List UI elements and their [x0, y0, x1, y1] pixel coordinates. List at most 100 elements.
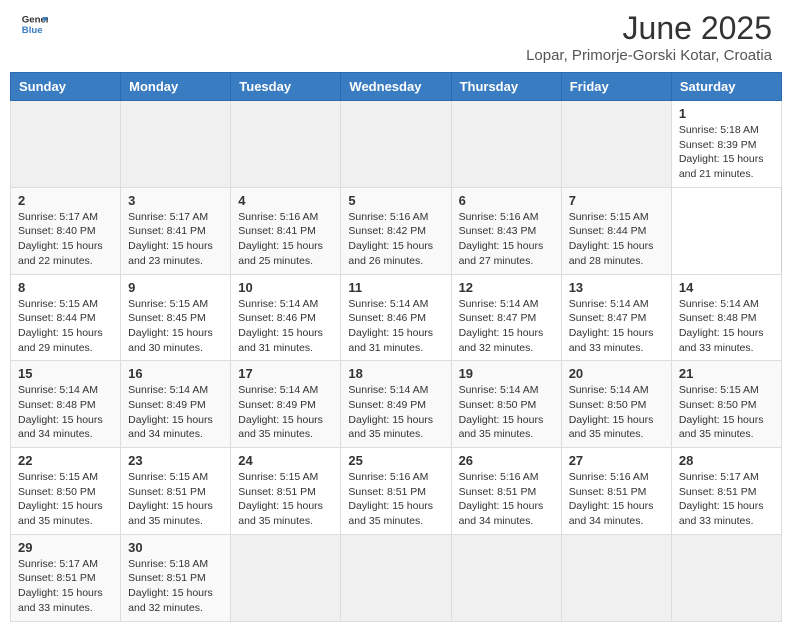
calendar-cell: 26 Sunrise: 5:16 AMSunset: 8:51 PMDayligh…: [451, 448, 561, 535]
day-info: Sunrise: 5:16 AMSunset: 8:42 PMDaylight:…: [348, 210, 443, 269]
month-title: June 2025: [526, 10, 772, 47]
day-info: Sunrise: 5:15 AMSunset: 8:50 PMDaylight:…: [18, 470, 113, 529]
day-info: Sunrise: 5:15 AMSunset: 8:51 PMDaylight:…: [238, 470, 333, 529]
day-number: 18: [348, 366, 443, 381]
calendar-cell: 8 Sunrise: 5:15 AMSunset: 8:44 PMDaylight…: [11, 274, 121, 361]
day-number: 12: [459, 280, 554, 295]
logo-icon: General Blue: [20, 10, 48, 38]
calendar-cell: [561, 534, 671, 621]
calendar-week-3: 15 Sunrise: 5:14 AMSunset: 8:48 PMDayligh…: [11, 361, 782, 448]
day-info: Sunrise: 5:14 AMSunset: 8:50 PMDaylight:…: [459, 383, 554, 442]
day-number: 30: [128, 540, 223, 555]
svg-text:Blue: Blue: [22, 25, 43, 36]
day-info: Sunrise: 5:16 AMSunset: 8:51 PMDaylight:…: [569, 470, 664, 529]
calendar-cell: 16Sunrise: 5:14 AMSunset: 8:49 PMDayligh…: [121, 361, 231, 448]
day-number: 26: [459, 453, 554, 468]
day-number: 10: [238, 280, 333, 295]
day-number: 1: [679, 106, 774, 121]
day-info: Sunrise: 5:14 AMSunset: 8:48 PMDaylight:…: [679, 297, 774, 356]
day-info: Sunrise: 5:18 AMSunset: 8:51 PMDaylight:…: [128, 557, 223, 616]
calendar-week-4: 22 Sunrise: 5:15 AMSunset: 8:50 PMDayligh…: [11, 448, 782, 535]
day-info: Sunrise: 5:14 AMSunset: 8:47 PMDaylight:…: [459, 297, 554, 356]
day-info: Sunrise: 5:14 AMSunset: 8:49 PMDaylight:…: [128, 383, 223, 442]
location-title: Lopar, Primorje-Gorski Kotar, Croatia: [526, 47, 772, 64]
day-info: Sunrise: 5:14 AMSunset: 8:50 PMDaylight:…: [569, 383, 664, 442]
calendar-week-2: 8 Sunrise: 5:15 AMSunset: 8:44 PMDaylight…: [11, 274, 782, 361]
day-number: 9: [128, 280, 223, 295]
day-info: Sunrise: 5:17 AMSunset: 8:41 PMDaylight:…: [128, 210, 223, 269]
day-number: 19: [459, 366, 554, 381]
calendar-header-row: SundayMondayTuesdayWednesdayThursdayFrid…: [11, 73, 782, 101]
calendar-cell: 20 Sunrise: 5:14 AMSunset: 8:50 PMDayligh…: [561, 361, 671, 448]
calendar-cell: 3Sunrise: 5:17 AMSunset: 8:41 PMDaylight…: [121, 187, 231, 274]
day-number: 11: [348, 280, 443, 295]
calendar-cell: [561, 101, 671, 188]
calendar-cell: 1 Sunrise: 5:18 AMSunset: 8:39 PMDaylight…: [671, 101, 781, 188]
title-area: June 2025 Lopar, Primorje-Gorski Kotar, …: [526, 10, 772, 64]
calendar-header-saturday: Saturday: [671, 73, 781, 101]
day-info: Sunrise: 5:14 AMSunset: 8:47 PMDaylight:…: [569, 297, 664, 356]
calendar-body: 1 Sunrise: 5:18 AMSunset: 8:39 PMDaylight…: [11, 101, 782, 622]
day-number: 8: [18, 280, 113, 295]
day-number: 23: [128, 453, 223, 468]
calendar-cell: 30 Sunrise: 5:18 AMSunset: 8:51 PMDayligh…: [121, 534, 231, 621]
calendar-header-wednesday: Wednesday: [341, 73, 451, 101]
calendar-cell: 24Sunrise: 5:15 AMSunset: 8:51 PMDayligh…: [231, 448, 341, 535]
day-info: Sunrise: 5:14 AMSunset: 8:48 PMDaylight:…: [18, 383, 113, 442]
day-info: Sunrise: 5:15 AMSunset: 8:44 PMDaylight:…: [18, 297, 113, 356]
header: General Blue June 2025 Lopar, Primorje-G…: [10, 10, 782, 64]
day-number: 13: [569, 280, 664, 295]
day-info: Sunrise: 5:18 AMSunset: 8:39 PMDaylight:…: [679, 123, 774, 182]
calendar-week-5: 29 Sunrise: 5:17 AMSunset: 8:51 PMDayligh…: [11, 534, 782, 621]
day-info: Sunrise: 5:17 AMSunset: 8:40 PMDaylight:…: [18, 210, 113, 269]
day-info: Sunrise: 5:15 AMSunset: 8:50 PMDaylight:…: [679, 383, 774, 442]
calendar-cell: 18 Sunrise: 5:14 AMSunset: 8:49 PMDayligh…: [341, 361, 451, 448]
day-number: 28: [679, 453, 774, 468]
day-number: 5: [348, 193, 443, 208]
day-info: Sunrise: 5:16 AMSunset: 8:51 PMDaylight:…: [348, 470, 443, 529]
calendar-cell: 23 Sunrise: 5:15 AMSunset: 8:51 PMDayligh…: [121, 448, 231, 535]
day-info: Sunrise: 5:15 AMSunset: 8:44 PMDaylight:…: [569, 210, 664, 269]
calendar-cell: 21 Sunrise: 5:15 AMSunset: 8:50 PMDayligh…: [671, 361, 781, 448]
calendar-cell: [671, 534, 781, 621]
calendar-cell: [231, 101, 341, 188]
calendar-cell: 28 Sunrise: 5:17 AMSunset: 8:51 PMDayligh…: [671, 448, 781, 535]
day-info: Sunrise: 5:14 AMSunset: 8:49 PMDaylight:…: [348, 383, 443, 442]
day-number: 22: [18, 453, 113, 468]
day-info: Sunrise: 5:16 AMSunset: 8:51 PMDaylight:…: [459, 470, 554, 529]
day-info: Sunrise: 5:16 AMSunset: 8:43 PMDaylight:…: [459, 210, 554, 269]
day-info: Sunrise: 5:17 AMSunset: 8:51 PMDaylight:…: [18, 557, 113, 616]
calendar-cell: 10Sunrise: 5:14 AMSunset: 8:46 PMDayligh…: [231, 274, 341, 361]
calendar-cell: 5 Sunrise: 5:16 AMSunset: 8:42 PMDaylight…: [341, 187, 451, 274]
calendar-cell: [11, 101, 121, 188]
calendar-cell: 15 Sunrise: 5:14 AMSunset: 8:48 PMDayligh…: [11, 361, 121, 448]
day-number: 15: [18, 366, 113, 381]
calendar-week-0: 1 Sunrise: 5:18 AMSunset: 8:39 PMDaylight…: [11, 101, 782, 188]
calendar-cell: 17Sunrise: 5:14 AMSunset: 8:49 PMDayligh…: [231, 361, 341, 448]
day-number: 27: [569, 453, 664, 468]
calendar-cell: 25Sunrise: 5:16 AMSunset: 8:51 PMDayligh…: [341, 448, 451, 535]
calendar-cell: 27 Sunrise: 5:16 AMSunset: 8:51 PMDayligh…: [561, 448, 671, 535]
day-number: 29: [18, 540, 113, 555]
day-info: Sunrise: 5:14 AMSunset: 8:49 PMDaylight:…: [238, 383, 333, 442]
day-info: Sunrise: 5:16 AMSunset: 8:41 PMDaylight:…: [238, 210, 333, 269]
day-number: 2: [18, 193, 113, 208]
day-info: Sunrise: 5:17 AMSunset: 8:51 PMDaylight:…: [679, 470, 774, 529]
calendar-cell: 6 Sunrise: 5:16 AMSunset: 8:43 PMDaylight…: [451, 187, 561, 274]
day-number: 6: [459, 193, 554, 208]
calendar-cell: 9Sunrise: 5:15 AMSunset: 8:45 PMDaylight…: [121, 274, 231, 361]
calendar-header-tuesday: Tuesday: [231, 73, 341, 101]
calendar-cell: [451, 101, 561, 188]
calendar-week-1: 2 Sunrise: 5:17 AMSunset: 8:40 PMDaylight…: [11, 187, 782, 274]
calendar-header-thursday: Thursday: [451, 73, 561, 101]
day-number: 14: [679, 280, 774, 295]
calendar-cell: 2 Sunrise: 5:17 AMSunset: 8:40 PMDaylight…: [11, 187, 121, 274]
calendar-cell: [341, 534, 451, 621]
calendar-cell: [121, 101, 231, 188]
calendar-cell: 14 Sunrise: 5:14 AMSunset: 8:48 PMDayligh…: [671, 274, 781, 361]
logo: General Blue: [20, 10, 48, 38]
calendar-cell: [451, 534, 561, 621]
day-number: 20: [569, 366, 664, 381]
day-number: 21: [679, 366, 774, 381]
day-info: Sunrise: 5:15 AMSunset: 8:51 PMDaylight:…: [128, 470, 223, 529]
